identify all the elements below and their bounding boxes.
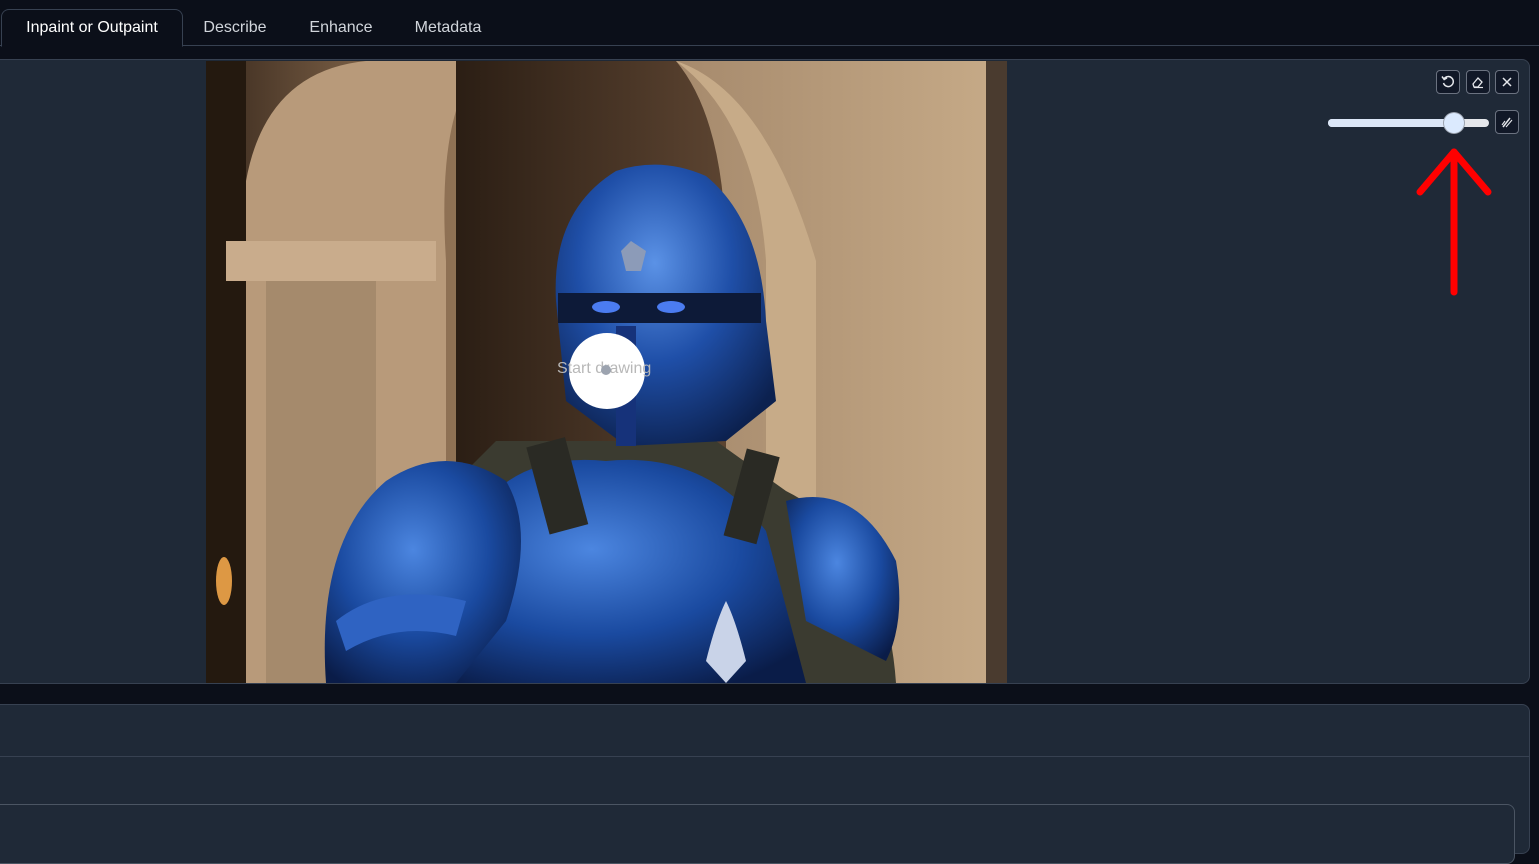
annotation-arrow (1416, 148, 1492, 296)
close-icon (1502, 77, 1512, 87)
tab-bar: Inpaint or Outpaint Describe Enhance Met… (0, 0, 1539, 47)
lower-panel (0, 804, 1515, 864)
brush-cursor-center (601, 365, 611, 375)
tab-enhance[interactable]: Enhance (296, 9, 386, 46)
brush-color-button[interactable] (1495, 110, 1519, 134)
undo-button[interactable] (1436, 70, 1460, 94)
eraser-icon (1472, 77, 1483, 89)
undo-icon (1441, 75, 1455, 88)
tab-inpaint-outpaint[interactable]: Inpaint or Outpaint (1, 9, 183, 47)
brush-size-slider[interactable] (1328, 113, 1489, 133)
brush-color-icon (1501, 117, 1513, 128)
panel-divider (0, 756, 1530, 757)
slider-fill (1328, 119, 1454, 127)
eraser-button[interactable] (1466, 70, 1490, 94)
tab-metadata[interactable]: Metadata (402, 9, 494, 46)
tab-describe[interactable]: Describe (190, 9, 280, 46)
close-button[interactable] (1495, 70, 1519, 94)
slider-thumb[interactable] (1444, 113, 1464, 133)
